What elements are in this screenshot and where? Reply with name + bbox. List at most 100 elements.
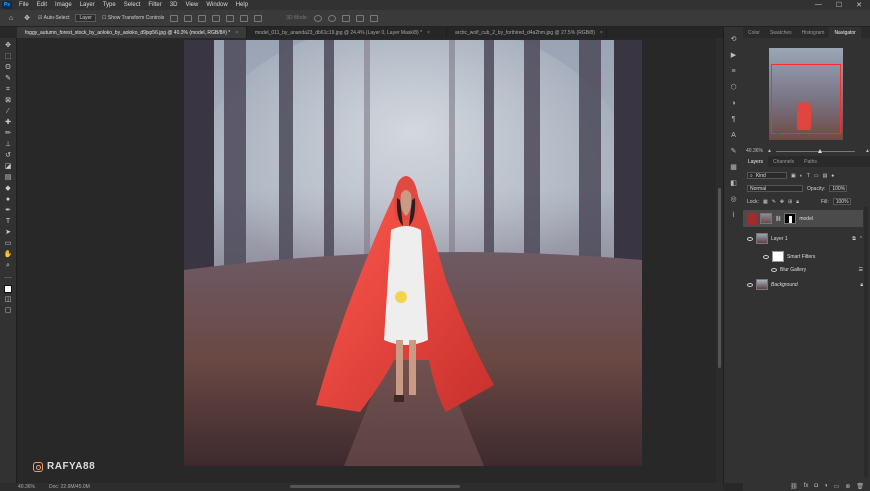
align-middle-icon[interactable] [226,14,235,22]
minimize-icon[interactable]: — [815,1,822,9]
layer-background[interactable]: Background 🔒︎ [743,276,863,293]
pen-tool-icon[interactable]: ✒ [3,206,13,215]
link-layers-icon[interactable]: ⛓ [790,483,798,490]
3d-roll-icon[interactable] [327,14,336,22]
zoom-slider-knob[interactable] [817,148,822,153]
layers-scrollbar[interactable] [864,207,868,477]
align-right-icon[interactable] [198,14,207,22]
3d-rotate-icon[interactable] [313,14,322,22]
align-left-icon[interactable] [170,14,179,22]
tab-paths[interactable]: Paths [799,159,822,165]
properties-icon[interactable]: ≡ [729,67,738,75]
doc-size[interactable]: Doc: 22.9M/45.0M [49,484,90,490]
history-brush-tool-icon[interactable]: ↺ [3,151,13,160]
tab-close-icon[interactable]: × [600,30,603,36]
more-tools-icon[interactable]: … [3,272,13,281]
expand-icon[interactable]: ⌃ [859,236,863,242]
paragraph-icon[interactable]: ¶ [729,115,738,123]
actions-icon[interactable]: ▶ [729,51,738,59]
filter-type-icon[interactable]: T [807,173,810,179]
tab-histogram[interactable]: Histogram [797,30,830,36]
paths-icon[interactable]: ⌇ [729,211,738,219]
close-icon[interactable]: ✕ [856,1,862,9]
doc-tab-model[interactable]: model_011_by_ananda23_db61c19.jpg @ 24.4… [247,27,447,38]
3d-pan-icon[interactable] [341,14,350,22]
3d-scale-icon[interactable] [369,14,378,22]
menu-help[interactable]: Help [232,2,252,8]
blur-tool-icon[interactable]: ◆ [3,184,13,193]
crop-tool-icon[interactable]: ⌗ [3,85,13,94]
layers-icon[interactable]: ◧ [729,179,738,187]
hand-tool-icon[interactable]: ✋ [3,250,13,259]
blend-mode-select[interactable]: Normal [747,185,803,192]
opacity-input[interactable]: 100% [829,185,848,192]
visibility-eye-icon[interactable] [771,268,777,272]
tab-close-icon[interactable]: × [235,30,238,36]
layer-kind-filter[interactable]: ⌕ Kind [747,172,787,179]
new-group-icon[interactable]: ▭ [834,483,840,490]
marquee-tool-icon[interactable]: ⬚ [3,52,13,61]
menu-3d[interactable]: 3D [166,2,182,8]
tab-swatches[interactable]: Swatches [765,30,797,36]
zoom-level[interactable]: 40.36% [18,484,35,490]
layer-style-icon[interactable]: fx [804,483,809,489]
menu-file[interactable]: File [15,2,33,8]
navigator-preview[interactable] [769,48,843,140]
filter-pixel-icon[interactable]: ▣ [791,173,796,179]
filter-options-icon[interactable]: ☰ [859,267,863,273]
menu-view[interactable]: View [181,2,202,8]
visibility-eye-icon[interactable] [763,254,769,259]
navigator-zoom-value[interactable]: 40.36% [746,148,763,154]
filter-shape-icon[interactable]: ▭ [814,173,819,179]
3d-slide-icon[interactable] [355,14,364,22]
layer-model[interactable]: ⛓ model [743,210,863,227]
filter-adjust-icon[interactable]: ◐ [800,173,803,179]
layer-mask-thumbnail[interactable] [784,213,797,224]
align-center-icon[interactable] [184,14,193,22]
menu-select[interactable]: Select [120,2,145,8]
dodge-tool-icon[interactable]: ● [3,195,13,204]
align-bottom-icon[interactable] [240,14,249,22]
align-top-icon[interactable] [212,14,221,22]
fill-input[interactable]: 100% [832,198,851,205]
lock-artboard-icon[interactable]: ⊞ [788,199,792,205]
filter-mask-thumbnail[interactable] [772,251,784,262]
foreground-color-swatch[interactable] [4,285,12,293]
visibility-eye-icon[interactable] [747,212,757,225]
lock-all-icon[interactable]: 🔒︎ [796,199,799,205]
tab-layers[interactable]: Layers [743,156,769,167]
add-mask-icon[interactable]: ◘ [814,483,818,489]
menu-image[interactable]: Image [51,2,76,8]
maximize-icon[interactable]: ☐ [836,1,842,9]
brushes-icon[interactable]: ✎ [729,147,738,155]
menu-window[interactable]: Window [202,2,231,8]
menu-layer[interactable]: Layer [76,2,99,8]
horizontal-scroll-thumb[interactable] [290,485,460,488]
tab-close-icon[interactable]: × [427,30,430,36]
document-canvas[interactable] [184,40,642,466]
autoselect-checkbox[interactable]: ☑ Auto-Select [38,15,69,21]
move-tool-icon[interactable]: ✥ [22,14,32,23]
home-icon[interactable]: ⌂ [6,14,16,23]
path-select-tool-icon[interactable]: ➤ [3,228,13,237]
screen-mode-icon[interactable]: ▢ [3,306,13,315]
delete-layer-icon[interactable]: 🗑︎ [856,483,864,490]
move-tool-icon[interactable]: ✥ [3,41,13,50]
zoom-out-icon[interactable]: ▲ [767,148,772,154]
photoshop-logo-icon[interactable]: Ps [2,1,12,9]
filter-toggle-icon[interactable]: ● [831,173,834,179]
adjustment-layer-icon[interactable]: ◑ [824,483,828,489]
doc-tab-forest[interactable]: foggy_autumn_forest_stock_by_aoloko_by_a… [17,27,247,38]
visibility-eye-icon[interactable] [747,282,753,287]
tab-channels[interactable]: Channels [768,159,799,165]
eraser-tool-icon[interactable]: ◪ [3,162,13,171]
shape-tool-icon[interactable]: ▭ [3,239,13,248]
layer-1[interactable]: Layer 1 ⧉ ⌃ [743,230,863,247]
eyedropper-tool-icon[interactable]: ⁄ [3,107,13,116]
3d-icon[interactable]: ⬡ [729,83,738,91]
healing-brush-tool-icon[interactable]: ✚ [3,118,13,127]
smart-filters-row[interactable]: Smart Filters [743,249,863,264]
adjustments-icon[interactable]: ◑ [729,99,738,107]
zoom-slider[interactable] [775,148,856,153]
autoselect-target-select[interactable]: Layer [75,14,96,22]
